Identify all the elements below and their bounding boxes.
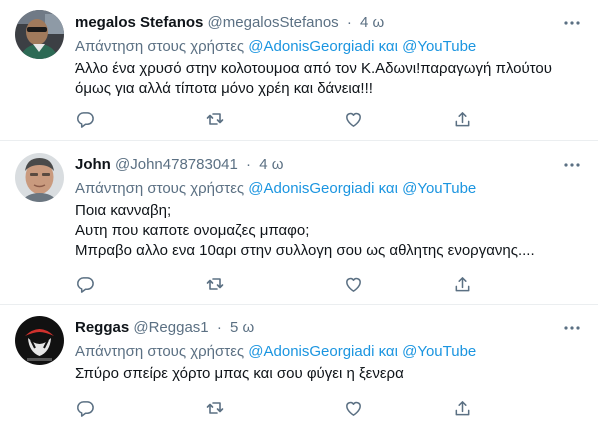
tweet-text: Άλλο ένα χρυσό στην κολοτουμοα από τον Κ… [75,59,582,99]
tweet-time[interactable]: 5 ω [230,319,254,336]
tweet-header: Reggas @Reggas1 · 5 ω [75,318,582,338]
share-icon[interactable] [452,274,472,294]
tweet-item[interactable]: megalos Stefanos @megalosStefanos · 4 ω … [0,0,598,141]
reply-bubble-icon[interactable] [75,398,95,418]
retweet-icon[interactable] [205,274,225,294]
reply-prefix: Απάντηση στους χρήστες [75,180,245,197]
mention-link[interactable]: @AdonisGeorgiadi [248,180,374,197]
more-dots-icon[interactable] [562,13,582,33]
more-dots-icon[interactable] [562,318,582,338]
author-name[interactable]: Reggas [75,319,129,336]
mention-conjunction: και [378,38,398,55]
tweet-time[interactable]: 4 ω [360,14,384,31]
avatar[interactable] [15,10,64,59]
tweet-actions [75,398,475,418]
tweet-body: megalos Stefanos @megalosStefanos · 4 ω … [75,13,582,128]
tweet-body: Reggas @Reggas1 · 5 ω Απάντηση στους χρή… [75,318,582,417]
reply-bubble-icon[interactable] [75,109,95,129]
author-handle[interactable]: @Reggas1 [133,319,208,336]
reply-context: Απάντηση στους χρήστες @AdonisGeorgiadi … [75,179,582,199]
separator-dot: · [246,156,252,173]
tweet-header: megalos Stefanos @megalosStefanos · 4 ω [75,13,582,33]
tweet-header: John @John478783041 · 4 ω [75,155,582,175]
author-name[interactable]: John [75,156,111,173]
mention-conjunction: και [378,180,398,197]
tweet-text: Ποια κανναβη; Αυτη που καποτε ονομαζες μ… [75,201,582,261]
tweet-item[interactable]: Reggas @Reggas1 · 5 ω Απάντηση στους χρή… [0,305,598,430]
reply-prefix: Απάντηση στους χρήστες [75,38,245,55]
mention-link[interactable]: @YouTube [402,38,476,55]
mention-link[interactable]: @YouTube [402,343,476,360]
retweet-icon[interactable] [205,398,225,418]
share-icon[interactable] [452,398,472,418]
mention-link[interactable]: @AdonisGeorgiadi [248,343,374,360]
tweet-body: John @John478783041 · 4 ω Απάντηση στους… [75,155,582,293]
mention-link[interactable]: @YouTube [402,180,476,197]
reply-context: Απάντηση στους χρήστες @AdonisGeorgiadi … [75,342,582,362]
reply-context: Απάντηση στους χρήστες @AdonisGeorgiadi … [75,37,582,57]
tweet-text-line: Σπύρο σπείρε χόρτο μπας και σου φύγει η … [75,365,404,382]
reply-bubble-icon[interactable] [75,274,95,294]
author-handle[interactable]: @megalosStefanos [208,14,339,31]
heart-icon[interactable] [343,398,363,418]
tweet-text: Σπύρο σπείρε χόρτο μπας και σου φύγει η … [75,364,582,384]
avatar[interactable] [15,316,64,365]
separator-dot: · [216,319,222,336]
reply-prefix: Απάντηση στους χρήστες [75,343,245,360]
tweet-text-line: Μπραβο αλλο ενα 10αρι στην συλλογη σου ω… [75,242,535,259]
retweet-icon[interactable] [205,109,225,129]
tweet-text-line: Αυτη που καποτε ονομαζες μπαφο; [75,222,310,239]
avatar[interactable] [15,153,64,202]
tweet-text-line: όμως για αλλά τίποτα μόνο χρέη και δάνει… [75,80,373,97]
tweet-actions [75,274,475,294]
tweet-time[interactable]: 4 ω [259,156,283,173]
tweet-item[interactable]: John @John478783041 · 4 ω Απάντηση στους… [0,141,598,305]
tweet-text-line: Άλλο ένα χρυσό στην κολοτουμοα από τον Κ… [75,60,552,77]
author-handle[interactable]: @John478783041 [115,156,238,173]
author-name[interactable]: megalos Stefanos [75,14,203,31]
heart-icon[interactable] [343,274,363,294]
tweet-actions [75,109,475,129]
more-dots-icon[interactable] [562,155,582,175]
tweet-text-line: Ποια κανναβη; [75,202,172,219]
separator-dot: · [346,14,352,31]
heart-icon[interactable] [343,109,363,129]
mention-conjunction: και [378,343,398,360]
mention-link[interactable]: @AdonisGeorgiadi [248,38,374,55]
share-icon[interactable] [452,109,472,129]
